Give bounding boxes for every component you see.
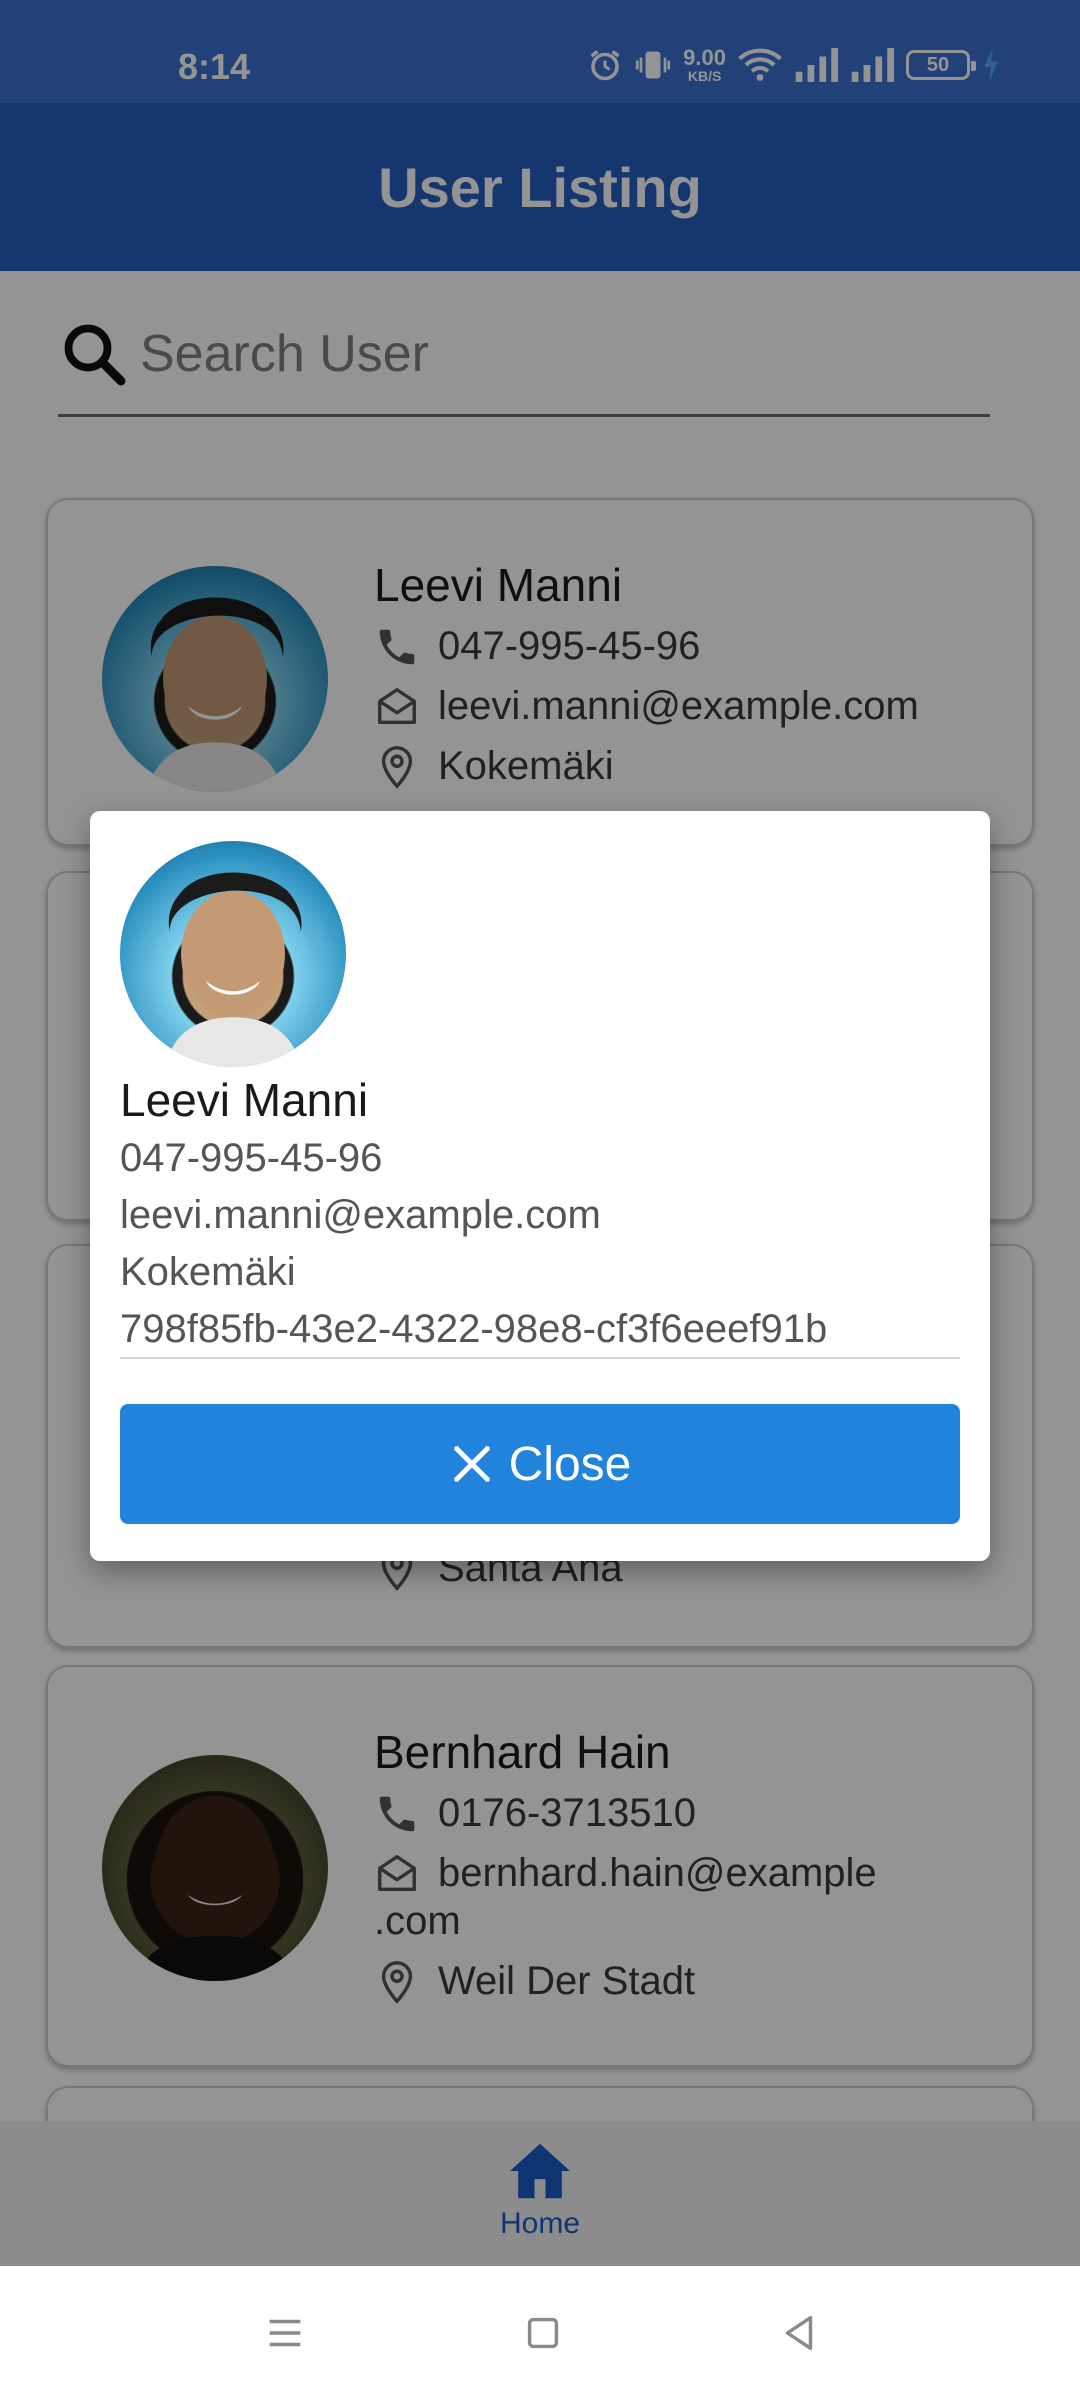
- system-nav-bar: [0, 2266, 1080, 2400]
- person-photo: [165, 872, 302, 1067]
- menu-icon[interactable]: [262, 2310, 308, 2356]
- avatar: [120, 841, 346, 1067]
- dialog-user-name: Leevi Manni: [120, 1074, 369, 1126]
- user-detail-dialog: Leevi Manni 047-995-45-96 leevi.manni@ex…: [90, 811, 990, 1561]
- dialog-user-phone: 047-995-45-96: [120, 1136, 383, 1180]
- dialog-user-id: 798f85fb-43e2-4322-98e8-cf3f6eeef91b: [120, 1307, 828, 1351]
- dialog-user-city: Kokemäki: [120, 1250, 296, 1294]
- back-icon[interactable]: [776, 2310, 822, 2356]
- square-icon[interactable]: [520, 2310, 566, 2356]
- close-button-label: Close: [508, 1437, 632, 1491]
- divider: [120, 1357, 960, 1359]
- close-button[interactable]: Close: [120, 1404, 960, 1524]
- close-icon: [453, 1446, 490, 1482]
- dialog-user-email: leevi.manni@example.com: [120, 1193, 601, 1237]
- app-screen: 8:14 9.00 KB/S 50 User Listing Search Us…: [0, 0, 1080, 2400]
